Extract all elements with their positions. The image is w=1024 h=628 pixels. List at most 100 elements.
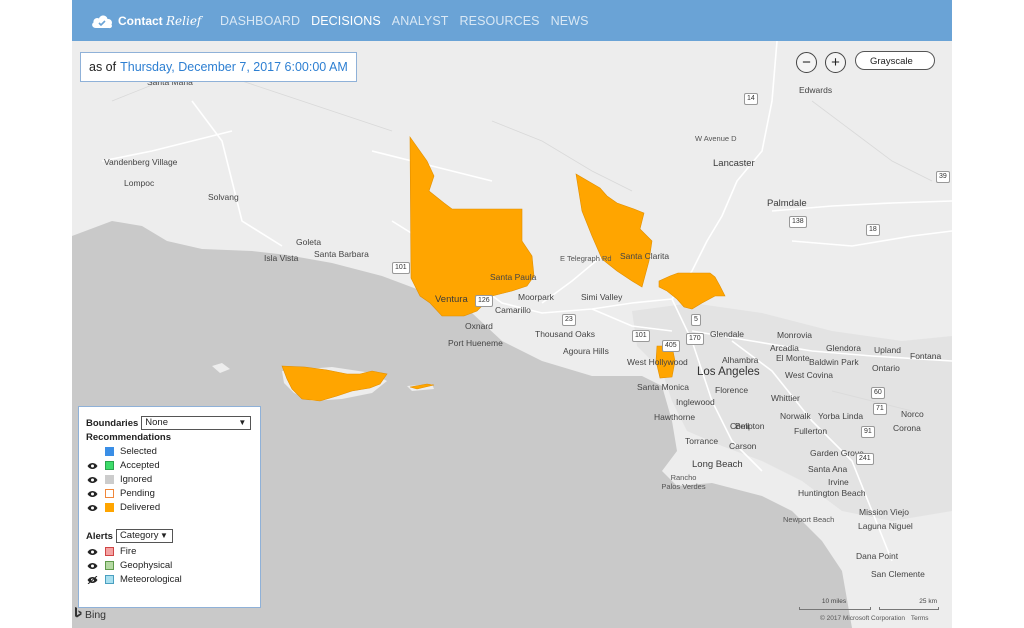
map-label-lompoc: Lompoc [124,178,155,188]
map-label-glendale: Glendale [710,329,745,339]
delivered-swatch [105,503,114,512]
zoom-in-button[interactable]: + [825,52,846,73]
legend-item-geophysical[interactable]: Geophysical [87,560,172,571]
eye-placeholder [87,448,98,456]
terms-link[interactable]: Terms [911,615,929,622]
map-label-santa-paula: Santa Paula [490,272,537,282]
map-label-baldwin-park: Baldwin Park [809,357,859,367]
highway-shield-101-b: 101 [632,330,650,342]
map-view[interactable]: Santa Maria Edwards W Avenue D Lancaster… [72,41,952,628]
eye-icon[interactable] [87,562,98,570]
map-label-w-avenue-d: W Avenue D [695,134,737,143]
map-label-monrovia: Monrovia [777,330,812,340]
legend-item-selected[interactable]: Selected [87,446,157,457]
alerts-label: Alerts [86,530,113,542]
plus-icon: + [831,54,840,71]
as-of-date-panel[interactable]: as of Thursday, December 7, 2017 6:00:00… [80,52,357,82]
eye-icon[interactable] [87,504,98,512]
map-label-upland: Upland [874,345,901,355]
map-label-laguna-niguel: Laguna Niguel [858,521,913,531]
highway-shield-18: 18 [866,224,880,236]
main-nav: DASHBOARD DECISIONS ANALYST RESOURCES NE… [220,0,600,41]
top-navigation-bar: Contact Relief DASHBOARD DECISIONS ANALY… [72,0,952,41]
legend-item-ignored[interactable]: Ignored [87,474,152,485]
as-of-prefix: as of [89,60,117,74]
zoom-out-button[interactable]: − [796,52,817,73]
highway-shield-23: 23 [562,314,576,326]
bing-logo-icon [74,607,82,622]
highway-shield-60: 60 [871,387,885,399]
map-label-mission-viejo: Mission Viejo [859,507,909,517]
scale-km: 25 km [919,598,937,605]
brand-logo[interactable]: Contact Relief [90,9,201,33]
map-label-rancho-palos-verdes: Rancho Palos Verdes [661,473,706,491]
map-label-alhambra: Alhambra [722,355,759,365]
map-label-compton: Compton [730,421,765,431]
alerts-select-value: Category [119,530,159,541]
boundaries-select[interactable]: None ▼ [141,416,252,430]
map-label-oxnard: Oxnard [465,321,493,331]
highway-shield-14: 14 [744,93,758,105]
pending-swatch [105,489,114,498]
map-label-whittier: Whittier [771,393,800,403]
map-label-santa-barbara: Santa Barbara [314,249,369,259]
dropdown-arrow-icon: ▼ [238,418,247,427]
map-label-los-angeles: Los Angeles [697,366,760,378]
nav-news[interactable]: NEWS [551,14,589,28]
map-label-yorba-linda: Yorba Linda [818,411,864,421]
map-label-fontana: Fontana [910,351,942,361]
legend-item-fire[interactable]: Fire [87,546,136,557]
recommendations-label: Recommendations [86,432,171,443]
map-label-newport-beach: Newport Beach [783,515,835,524]
map-label-e-telegraph: E Telegraph Rd [560,254,612,263]
selected-swatch [105,447,114,456]
highway-shield-71: 71 [873,403,887,415]
map-label-dana-point: Dana Point [856,551,899,561]
map-label-port-hueneme: Port Hueneme [448,338,503,348]
map-label-norwalk: Norwalk [780,411,811,421]
highway-shield-241: 241 [856,453,874,465]
highway-shield-170: 170 [686,333,704,345]
nav-decisions[interactable]: DECISIONS [311,14,381,28]
bing-attribution[interactable]: Bing [74,607,106,622]
map-label-agoura-hills: Agoura Hills [563,346,609,356]
nav-resources[interactable]: RESOURCES [460,14,540,28]
legend-label: Geophysical [120,560,173,571]
as-of-datetime[interactable]: Thursday, December 7, 2017 6:00:00 AM [120,60,348,74]
legend-item-accepted[interactable]: Accepted [87,460,160,471]
eye-icon[interactable] [87,548,98,556]
nav-analyst[interactable]: ANALYST [392,14,449,28]
ignored-swatch [105,475,114,484]
map-label-west-covina: West Covina [785,370,834,380]
map-label-inglewood: Inglewood [676,397,715,407]
map-label-irvine: Irvine [828,477,849,487]
legend-item-pending[interactable]: Pending [87,488,155,499]
highway-shield-126: 126 [475,295,493,307]
legend-label: Accepted [120,460,160,471]
map-label-lancaster: Lancaster [713,158,755,169]
eye-slash-icon[interactable] [87,575,98,584]
eye-icon[interactable] [87,462,98,470]
boundaries-label: Boundaries [86,417,139,429]
legend-item-delivered[interactable]: Delivered [87,502,160,513]
map-style-select[interactable]: Grayscale [855,51,935,70]
alerts-category-select[interactable]: Category ▼ [115,529,173,543]
map-label-solvang: Solvang [208,192,239,202]
dropdown-arrow-icon: ▼ [160,531,168,540]
eye-icon[interactable] [87,476,98,484]
map-label-torrance: Torrance [685,436,719,446]
scale-miles-bar [799,607,871,610]
eye-icon[interactable] [87,490,98,498]
legend-item-meteorological[interactable]: Meteorological [87,574,182,585]
map-label-florence: Florence [715,385,749,395]
highway-shield-101-a: 101 [392,262,410,274]
map-label-ontario: Ontario [872,363,900,373]
legend-label: Pending [120,488,155,499]
brand-name: Contact Relief [118,14,201,28]
map-label-santa-clarita: Santa Clarita [620,251,670,261]
legend-label: Selected [120,446,157,457]
highway-shield-91: 91 [861,426,875,438]
map-copyright: © 2017 Microsoft Corporation Terms [820,615,929,622]
nav-dashboard[interactable]: DASHBOARD [220,14,300,28]
map-label-edwards: Edwards [799,85,833,95]
